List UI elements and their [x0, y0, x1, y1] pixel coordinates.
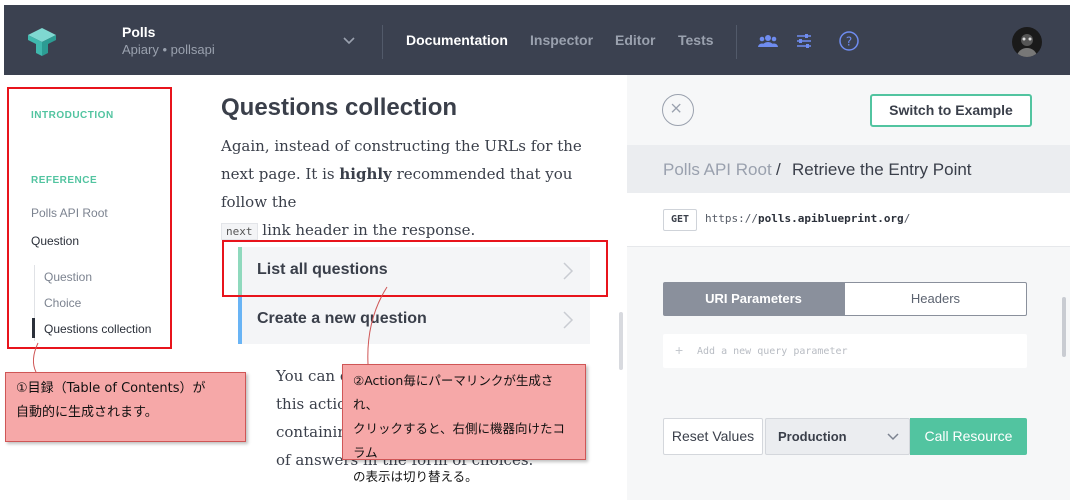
panel-scrollbar[interactable] — [1062, 297, 1066, 357]
machine-column: Switch to Example Polls API Root / Retri… — [627, 75, 1070, 500]
switch-to-example-button[interactable]: Switch to Example — [870, 94, 1032, 127]
intro-paragraph: Again, instead of constructing the URLs … — [221, 132, 601, 246]
request-url-row: GET https://polls.apiblueprint.org/ — [627, 193, 1070, 247]
nav-inspector[interactable]: Inspector — [530, 32, 593, 48]
project-subtitle: Apiary • pollsapi — [122, 42, 215, 57]
action-create-question[interactable]: Create a new question — [238, 296, 590, 344]
action-stripe — [238, 296, 242, 344]
environment-value: Production — [778, 429, 847, 444]
query-parameter-input[interactable]: + Add a new query parameter — [663, 334, 1027, 368]
para-text: link header in the response. — [262, 221, 476, 239]
annotation-note-action: ②Action毎にパーマリンクが生成され、 クリックすると、右側に機器向けたコラ… — [342, 364, 586, 484]
para-emphasis: highly — [339, 165, 392, 183]
url-suffix: / — [903, 212, 911, 225]
annotation-toc-highlight — [7, 87, 172, 349]
project-title[interactable]: Polls — [122, 24, 155, 40]
reset-values-button[interactable]: Reset Values — [663, 418, 763, 455]
plus-icon: + — [675, 342, 684, 358]
top-bar: Polls Apiary • pollsapi Documentation In… — [4, 5, 1070, 75]
tab-headers[interactable]: Headers — [844, 282, 1027, 316]
query-placeholder: Add a new query parameter — [697, 346, 848, 357]
action-label: Create a new question — [257, 310, 427, 327]
divider — [382, 25, 383, 59]
breadcrumb: Polls API Root / Retrieve the Entry Poin… — [627, 145, 1070, 193]
annotation-action-highlight — [222, 240, 608, 297]
breadcrumb-separator: / — [776, 160, 781, 179]
environment-select[interactable]: Production — [765, 418, 910, 455]
close-icon — [671, 103, 681, 113]
chevron-right-icon — [563, 311, 574, 329]
breadcrumb-root[interactable]: Polls API Root — [663, 160, 772, 180]
divider — [736, 25, 737, 59]
nav-editor[interactable]: Editor — [615, 32, 655, 48]
annotation-note-toc: ①目録（Table of Contents）が 自動的に生成されます。 — [5, 372, 246, 442]
chevron-down-icon — [887, 433, 899, 441]
url-prefix: https:// — [705, 212, 758, 225]
nav-documentation[interactable]: Documentation — [406, 32, 508, 48]
section-title: Questions collection — [221, 94, 458, 121]
nav-tests[interactable]: Tests — [678, 32, 714, 48]
request-url[interactable]: https://polls.apiblueprint.org/ — [705, 212, 910, 225]
inline-code: next — [221, 223, 258, 240]
close-button[interactable] — [662, 94, 694, 126]
breadcrumb-current: Retrieve the Entry Point — [792, 160, 972, 179]
user-avatar[interactable] — [1012, 27, 1042, 57]
team-icon[interactable] — [758, 32, 778, 50]
url-host: polls.apiblueprint.org — [757, 212, 904, 225]
chevron-down-icon[interactable] — [342, 33, 356, 47]
settings-sliders-icon[interactable] — [794, 32, 814, 50]
help-icon[interactable]: ? — [838, 30, 860, 52]
apiary-logo-icon[interactable] — [26, 26, 58, 58]
svg-text:?: ? — [846, 35, 852, 49]
call-resource-button[interactable]: Call Resource — [910, 418, 1027, 455]
tab-uri-parameters[interactable]: URI Parameters — [663, 282, 844, 316]
content-scrollbar[interactable] — [619, 312, 623, 370]
http-method-badge: GET — [663, 209, 698, 231]
